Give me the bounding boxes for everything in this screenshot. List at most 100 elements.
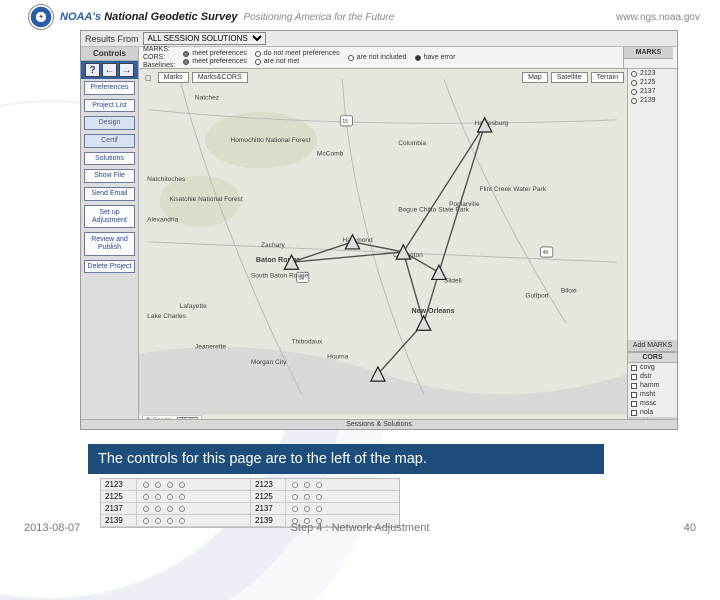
app-toolbar: Results From ALL SESSION SOLUTIONS xyxy=(81,31,677,47)
controls-sidebar: Controls ? ← → Preferences Project List … xyxy=(81,47,139,429)
mark-item[interactable]: 2137 xyxy=(628,87,677,96)
map-svg: 15 10 49 Natchez Homochitto National For… xyxy=(139,69,627,415)
preferences-button[interactable]: Preferences xyxy=(84,81,135,95)
setup-adjustment-button[interactable]: Set up Adjustment xyxy=(84,205,135,228)
marks-panel: MARKS xyxy=(623,47,673,68)
svg-text:Homochitto National Forest: Homochitto National Forest xyxy=(230,137,310,144)
mark-item[interactable]: 2123 xyxy=(628,69,677,78)
solutions-button[interactable]: Solutions xyxy=(84,152,135,166)
send-email-button[interactable]: Send Email xyxy=(84,187,135,201)
marks-panel-title: MARKS xyxy=(624,47,673,59)
svg-text:Natchez: Natchez xyxy=(195,94,219,101)
dot-icon xyxy=(255,51,261,57)
right-panel: 2123 2125 2137 2139 Add MARKS CORS covg … xyxy=(627,69,677,429)
svg-text:Zachary: Zachary xyxy=(261,242,286,249)
header-noaa: NOAA's xyxy=(60,11,101,23)
cors-item[interactable]: msht xyxy=(628,390,677,399)
callout-text: The controls for this page are to the le… xyxy=(98,451,427,467)
svg-text:Morgan City: Morgan City xyxy=(251,359,287,366)
dot-icon xyxy=(631,98,637,104)
dot-icon xyxy=(183,51,189,57)
review-publish-button[interactable]: Review and Publish xyxy=(84,232,135,255)
results-select[interactable]: ALL SESSION SOLUTIONS xyxy=(143,32,266,45)
opus-app: Results From ALL SESSION SOLUTIONS Contr… xyxy=(80,30,678,430)
svg-text:Biloxi: Biloxi xyxy=(561,288,577,295)
design-button[interactable]: Design xyxy=(84,116,135,130)
delete-project-button[interactable]: Delete Project xyxy=(84,260,135,274)
forward-icon[interactable]: → xyxy=(119,63,134,77)
back-icon[interactable]: ← xyxy=(102,63,117,77)
callout-banner: The controls for this page are to the le… xyxy=(88,444,604,474)
svg-text:South Baton Rouge: South Baton Rouge xyxy=(251,272,309,279)
square-icon xyxy=(631,392,637,398)
marks-list: 2123 2125 2137 2139 xyxy=(628,69,677,105)
svg-text:Hattiesburg: Hattiesburg xyxy=(474,120,508,127)
svg-text:15: 15 xyxy=(342,119,348,125)
legend-item: meet preferences xyxy=(183,50,246,57)
table-row[interactable]: 2137 2137 xyxy=(101,503,399,515)
legend-item: meet preferences xyxy=(183,58,246,65)
mark-item[interactable]: 2139 xyxy=(628,96,677,105)
dot-icon xyxy=(255,59,261,65)
header-title: NOAA's National Geodetic Survey xyxy=(60,11,237,23)
sessions-solutions-bar[interactable]: Sessions & Solutions xyxy=(81,419,677,429)
square-icon xyxy=(631,410,637,416)
legend-item: do not meet preferences xyxy=(255,50,340,57)
dot-icon xyxy=(415,55,421,61)
layer-marks-tab[interactable]: Marks xyxy=(158,72,189,83)
layer-label: ▢ xyxy=(142,73,155,83)
svg-text:Jeanerette: Jeanerette xyxy=(195,344,226,351)
table-row[interactable]: 2125 2125 xyxy=(101,491,399,503)
layer-markscors-tab[interactable]: Marks&CORS xyxy=(192,72,248,83)
svg-text:Poplarville: Poplarville xyxy=(449,201,480,208)
controls-title: Controls xyxy=(81,47,138,61)
legend-marks-label: MARKS: xyxy=(143,46,175,53)
square-icon xyxy=(631,401,637,407)
cors-title: CORS xyxy=(628,352,677,363)
header-ngs: National Geodetic Survey xyxy=(104,11,237,23)
maptype-terrain-tab[interactable]: Terrain xyxy=(591,72,624,83)
dot-icon xyxy=(631,89,637,95)
cors-item[interactable]: covg xyxy=(628,363,677,372)
add-marks-button[interactable]: Add MARKS xyxy=(628,340,677,352)
noaa-header: ✦ NOAA's National Geodetic Survey Positi… xyxy=(28,8,700,26)
svg-text:Gulfport: Gulfport xyxy=(525,293,549,300)
svg-text:49: 49 xyxy=(543,250,549,256)
controls-iconrow: ? ← → xyxy=(81,61,138,79)
show-file-button[interactable]: Show File xyxy=(84,169,135,183)
cors-item[interactable]: dstr xyxy=(628,372,677,381)
svg-text:New Orleans: New Orleans xyxy=(411,307,454,315)
noaa-logo-icon: ✦ xyxy=(28,4,54,30)
legend-row: MARKS: CORS: Baselines: meet preferences… xyxy=(139,47,677,69)
mark-item[interactable]: 2125 xyxy=(628,78,677,87)
maptype-satellite-tab[interactable]: Satellite xyxy=(551,72,588,83)
legend-item: are not included xyxy=(348,54,407,61)
svg-text:McComb: McComb xyxy=(317,150,344,157)
legend-cors-label: CORS: xyxy=(143,54,175,61)
svg-text:Slidell: Slidell xyxy=(444,277,462,284)
maptype-map-tab[interactable]: Map xyxy=(522,72,548,83)
square-icon xyxy=(631,365,637,371)
dot-icon xyxy=(183,59,189,65)
svg-text:Columbia: Columbia xyxy=(398,140,426,147)
map-canvas[interactable]: ▢ Marks Marks&CORS Map Satellite Terrain xyxy=(139,69,627,429)
header-tagline: Positioning America for the Future xyxy=(243,12,394,23)
certif-button[interactable]: Certif xyxy=(84,134,135,148)
data-rows: 2123 2123 2125 2125 2137 2137 2139 2139 xyxy=(100,478,400,528)
svg-text:Flint Creek Water Park: Flint Creek Water Park xyxy=(480,186,547,193)
table-row[interactable]: 2123 2123 xyxy=(101,479,399,491)
project-list-button[interactable]: Project List xyxy=(84,99,135,113)
dot-icon xyxy=(348,55,354,61)
svg-text:Thibodaux: Thibodaux xyxy=(291,338,322,345)
svg-text:Kisatchie National Forest: Kisatchie National Forest xyxy=(169,196,242,203)
svg-text:Lafayette: Lafayette xyxy=(180,303,207,310)
dot-icon xyxy=(631,71,637,77)
help-icon[interactable]: ? xyxy=(85,63,100,77)
footer-date: 2013-08-07 xyxy=(24,522,80,534)
slide-footer: 2013-08-07 Step 4 : Network Adjustment 4… xyxy=(0,522,720,534)
footer-step: Step 4 : Network Adjustment xyxy=(0,522,720,534)
cors-item[interactable]: nola xyxy=(628,408,677,417)
svg-text:Natchitoches: Natchitoches xyxy=(147,176,186,183)
cors-item[interactable]: hamm xyxy=(628,381,677,390)
cors-item[interactable]: mssc xyxy=(628,399,677,408)
